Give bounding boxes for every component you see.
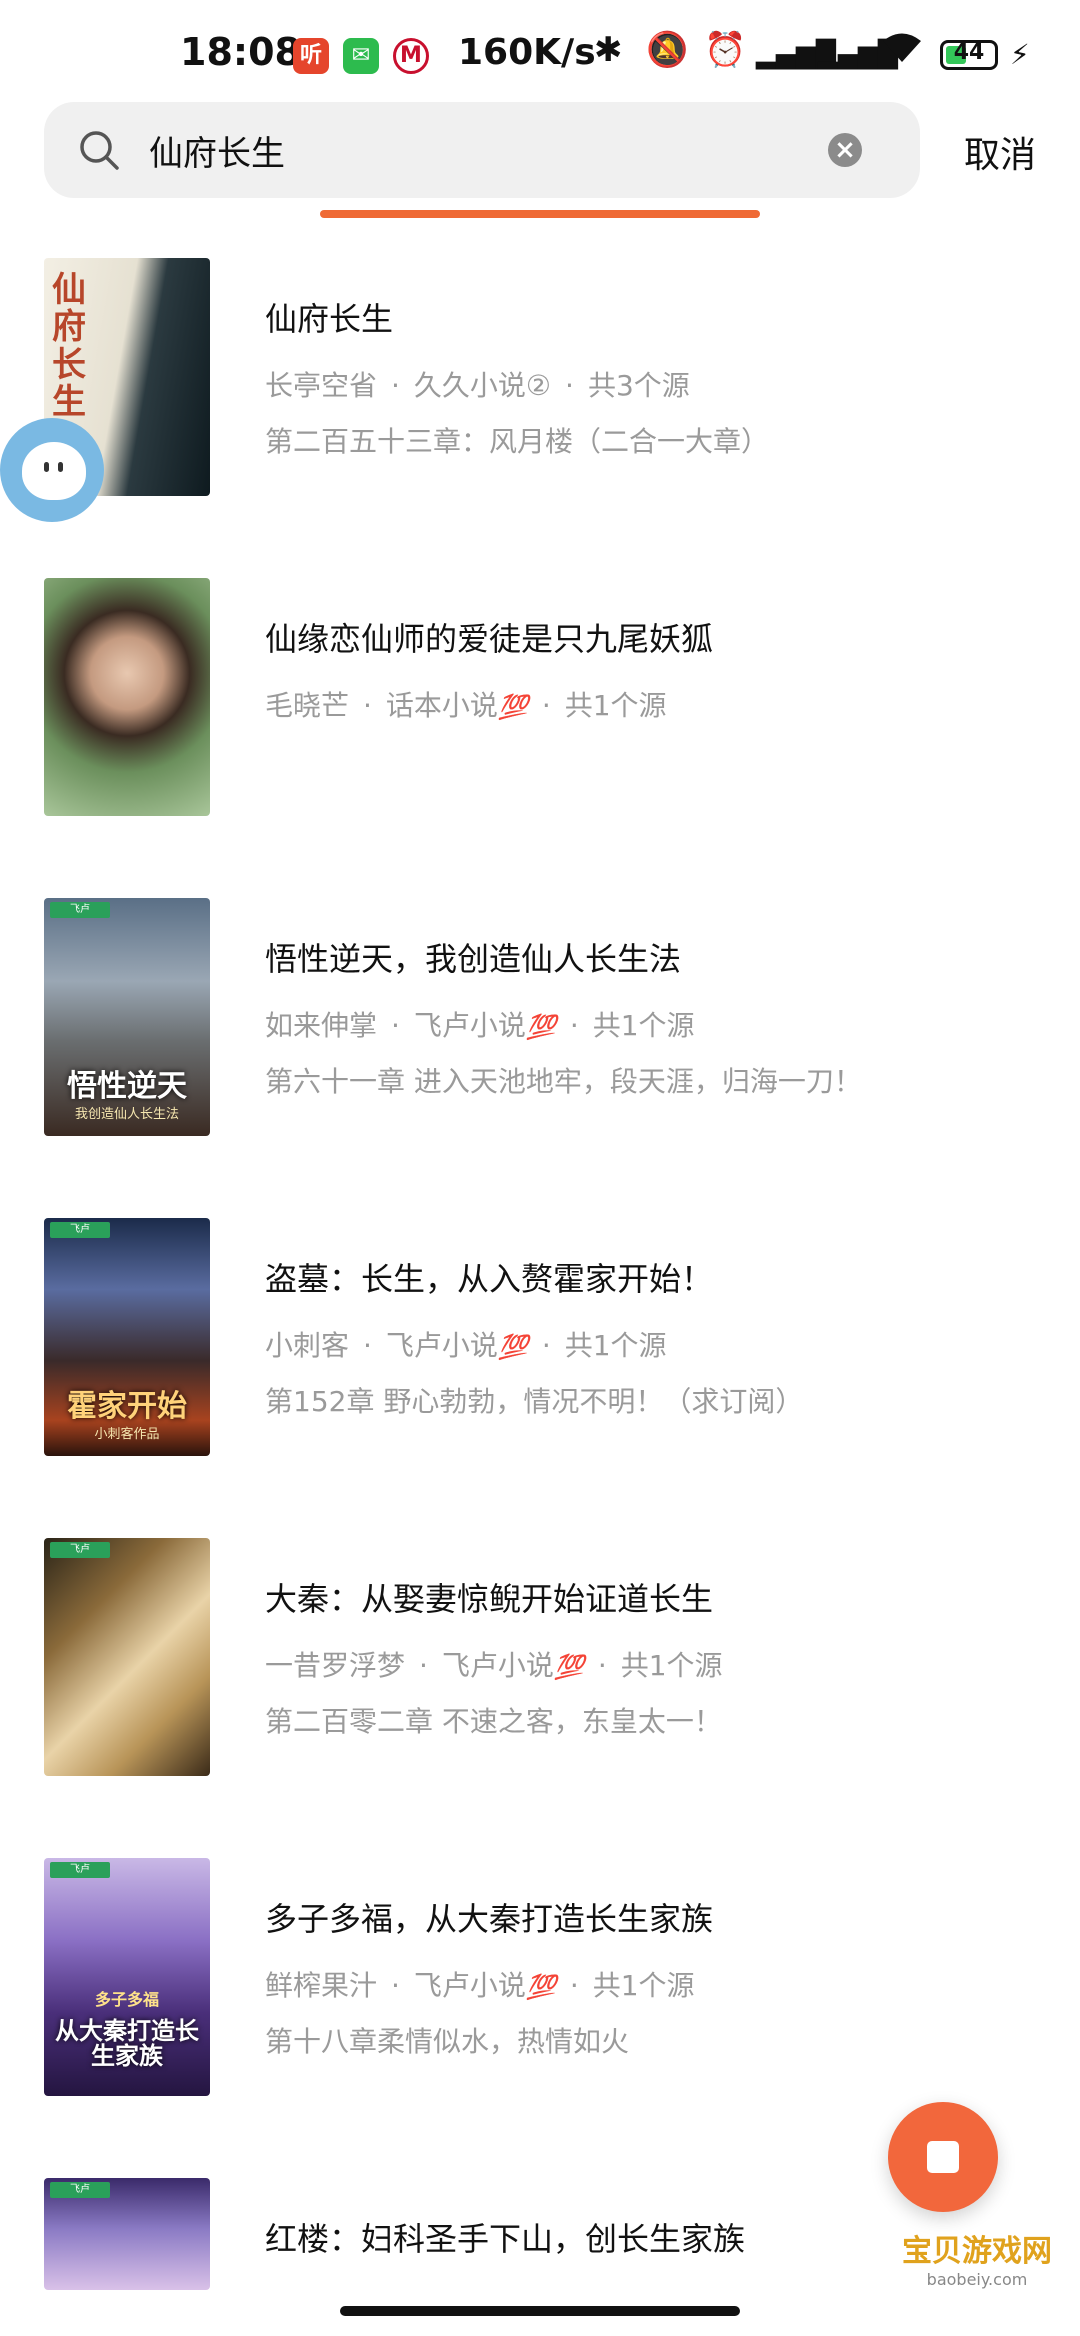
publisher-logo: 飞卢 [50, 902, 110, 918]
bank-app-icon: M [393, 38, 429, 74]
loading-progress-bar [320, 210, 760, 218]
book-source: 久久小说② [413, 369, 552, 402]
search-input[interactable]: 仙府长生 × [44, 102, 920, 198]
alarm-icon: ⏰ [704, 30, 747, 70]
book-meta: 鲜榨果汁 · 飞卢小说💯 · 共1个源 [265, 1969, 695, 2002]
book-meta: 长亭空省 · 久久小说② · 共3个源 [265, 369, 690, 402]
publisher-logo: 飞卢 [50, 1542, 110, 1558]
cover-subtitle-text: 小刺客作品 [94, 1427, 160, 1442]
book-source: 飞卢小说 [413, 1969, 526, 2002]
book-source: 飞卢小说 [441, 1649, 554, 1682]
latest-chapter: 第六十一章 进入天池地牢，段天涯，归海一刀！ [265, 1065, 862, 1098]
result-item[interactable]: 飞卢 悟性逆天 我创造仙人长生法 悟性逆天，我创造仙人长生法 如来伸掌 · 飞卢小说… [0, 880, 1080, 1136]
book-author: 一昔罗浮梦 [265, 1649, 406, 1682]
result-item[interactable]: 飞卢 多子多福 从大秦打造长生家族 多子多福，从大秦打造长生家族 鲜榨果汁 · 飞卢… [0, 1840, 1080, 2096]
book-cover[interactable]: 飞卢 悟性逆天 我创造仙人长生法 [44, 898, 210, 1136]
wifi-icon [880, 30, 924, 73]
mascot-eye [44, 462, 49, 472]
latest-chapter: 第十八章柔情似水，热情如火 [265, 2025, 630, 2058]
latest-chapter: 第152章 野心勃勃，情况不明！（求订阅） [265, 1385, 804, 1418]
wechat-icon: ✉ [343, 38, 379, 74]
home-indicator[interactable] [340, 2306, 740, 2316]
book-author: 鲜榨果汁 [265, 1969, 378, 2002]
source-count: 共1个源 [564, 1329, 667, 1362]
source-count: 共1个源 [620, 1649, 723, 1682]
source-count: 共1个源 [592, 1969, 695, 2002]
book-title: 大秦：从娶妻惊鲵开始证道长生 [265, 1580, 714, 1618]
bluetooth-icon: ✱ [594, 30, 623, 70]
book-cover[interactable]: 飞卢 [44, 2178, 210, 2290]
book-cover[interactable]: 飞卢 霍家开始 小刺客作品 [44, 1218, 210, 1456]
floating-assistant-button[interactable] [0, 418, 104, 522]
app-notification-icon: 听 [293, 38, 329, 74]
mascot-eye [58, 462, 63, 472]
book-title: 悟性逆天，我创造仙人长生法 [265, 940, 682, 978]
result-item[interactable]: 仙府长生 仙府长生 长亭空省 · 久久小说② · 共3个源 第二百五十三章：风月楼（二合… [0, 240, 1080, 496]
cover-title-text: 霍家开始 [67, 1388, 187, 1424]
book-source: 飞卢小说 [385, 1329, 498, 1362]
book-meta: 小刺客 · 飞卢小说💯 · 共1个源 [265, 1329, 667, 1362]
book-source: 话本小说 [385, 689, 498, 722]
book-title: 仙缘恋仙师的爱徒是只九尾妖狐 [265, 620, 714, 658]
search-query-text: 仙府长生 [149, 134, 285, 174]
battery-icon: 44 [940, 40, 998, 70]
hundred-icon: 💯 [497, 1333, 528, 1361]
latest-chapter: 第二百五十三章：风月楼（二合一大章） [265, 425, 770, 458]
publisher-logo: 飞卢 [50, 1222, 110, 1238]
source-count: 共1个源 [592, 1009, 695, 1042]
watermark: 宝贝游戏网 baobeiy.com [902, 2226, 1052, 2289]
clock: 18:08 [180, 30, 301, 74]
book-title: 多子多福，从大秦打造长生家族 [265, 1900, 714, 1938]
book-author: 小刺客 [265, 1329, 350, 1362]
status-bar: 18:08 听 ✉ M 160K/s ✱ 🔕 ⏰ ▂▄▆█ ▂▄▆█ 44 ⚡ [0, 0, 1080, 100]
cover-subtitle-text: 多子多福 [94, 1990, 159, 2009]
book-author: 如来伸掌 [265, 1009, 378, 1042]
book-title: 红楼：妇科圣手下山，创长生家族 [265, 2220, 746, 2258]
book-cover[interactable]: 飞卢 [44, 1538, 210, 1776]
book-cover[interactable]: 飞卢 多子多福 从大秦打造长生家族 [44, 1858, 210, 2096]
book-meta: 一昔罗浮梦 · 飞卢小说💯 · 共1个源 [265, 1649, 723, 1682]
cover-title-text: 从大秦打造长生家族 [55, 2015, 199, 2070]
book-title: 仙府长生 [265, 300, 394, 338]
hundred-icon: 💯 [553, 1653, 584, 1681]
source-count: 共3个源 [587, 369, 690, 402]
charging-icon: ⚡ [1010, 38, 1030, 71]
cover-title-text: 仙府长生 [52, 270, 86, 423]
latest-chapter: 第二百零二章 不速之客，东皇太一！ [265, 1705, 722, 1738]
assistant-mascot-icon [22, 442, 86, 500]
result-item[interactable]: 飞卢 霍家开始 小刺客作品 盗墓：长生，从入赘霍家开始！ 小刺客 · 飞卢小说💯 · 共… [0, 1200, 1080, 1456]
watermark-url: baobeiy.com [926, 2270, 1028, 2289]
source-count: 共1个源 [564, 689, 667, 722]
book-meta: 如来伸掌 · 飞卢小说💯 · 共1个源 [265, 1009, 695, 1042]
cover-subtitle-text: 我创造仙人长生法 [74, 1107, 179, 1122]
cover-title-text: 悟性逆天 [67, 1068, 187, 1104]
book-source: 飞卢小说 [413, 1009, 526, 1042]
battery-level-text: 44 [953, 40, 985, 65]
search-icon [80, 131, 119, 170]
book-author: 长亭空省 [265, 369, 378, 402]
publisher-logo: 飞卢 [50, 2182, 110, 2198]
hundred-icon: 💯 [497, 693, 528, 721]
book-meta: 毛晓芒 · 话本小说💯 · 共1个源 [265, 689, 667, 722]
network-speed: 160K/s [458, 32, 596, 73]
mute-icon: 🔕 [646, 30, 689, 70]
hundred-icon: 💯 [525, 1013, 556, 1041]
book-author: 毛晓芒 [265, 689, 350, 722]
stop-icon [927, 2141, 959, 2173]
book-cover[interactable] [44, 578, 210, 816]
cancel-button[interactable]: 取消 [964, 126, 1036, 178]
result-item[interactable]: 仙缘恋仙师的爱徒是只九尾妖狐 毛晓芒 · 话本小说💯 · 共1个源 [0, 560, 1080, 816]
book-title: 盗墓：长生，从入赘霍家开始！ [265, 1260, 714, 1298]
watermark-text: 宝贝游戏网 [902, 2234, 1052, 2269]
publisher-logo: 飞卢 [50, 1862, 110, 1878]
clear-search-icon[interactable]: × [828, 133, 862, 167]
hundred-icon: 💯 [525, 1973, 556, 2001]
result-item[interactable]: 飞卢 大秦：从娶妻惊鲵开始证道长生 一昔罗浮梦 · 飞卢小说💯 · 共1个源 第二百零二… [0, 1520, 1080, 1776]
stop-search-button[interactable] [888, 2102, 998, 2212]
